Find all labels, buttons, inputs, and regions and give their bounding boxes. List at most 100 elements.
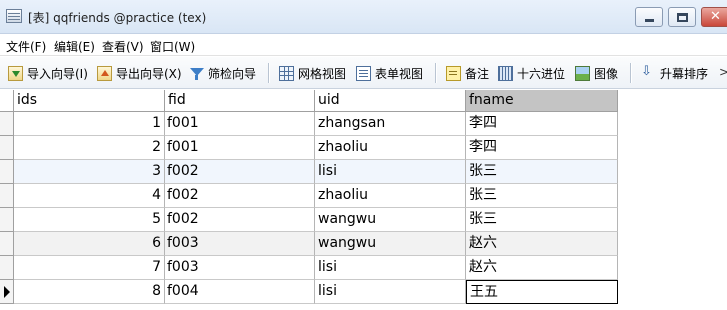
hex-icon xyxy=(498,65,513,81)
minimize-button[interactable] xyxy=(635,7,663,27)
cell-ids[interactable]: 2 xyxy=(14,136,165,160)
cell-ids[interactable]: 7 xyxy=(14,256,165,280)
menu-view[interactable]: 查看(V) xyxy=(102,38,144,55)
table-row[interactable]: 3 f002 lisi 张三 xyxy=(0,160,618,184)
cell-ids[interactable]: 5 xyxy=(14,208,165,232)
cell-uid[interactable]: lisi xyxy=(315,256,466,280)
memo-button[interactable]: 备注 xyxy=(446,64,489,82)
image-button[interactable]: 图像 xyxy=(575,64,618,82)
cell-uid[interactable]: zhaoliu xyxy=(315,184,466,208)
cell-fname[interactable]: 张三 xyxy=(466,160,618,184)
cell-ids[interactable]: 1 xyxy=(14,112,165,136)
toolbar-overflow-chevron-icon[interactable]: >> xyxy=(719,65,727,79)
cell-fid[interactable]: f002 xyxy=(165,184,315,208)
sort-ascending-button[interactable]: 升幕排序 xyxy=(641,64,708,82)
cell-ids[interactable]: 4 xyxy=(14,184,165,208)
row-header[interactable] xyxy=(0,112,14,136)
table-row[interactable]: 7 f003 lisi 赵六 xyxy=(0,256,618,280)
sort-ascending-icon xyxy=(641,64,656,81)
menu-window[interactable]: 窗口(W) xyxy=(150,38,195,55)
table-row[interactable]: 6 f003 wangwu 赵六 xyxy=(0,232,618,256)
memo-icon xyxy=(446,65,461,81)
column-header-ids[interactable]: ids xyxy=(14,90,165,112)
column-header-fid[interactable]: fid xyxy=(165,90,315,112)
row-header[interactable] xyxy=(0,232,14,256)
title-bar: [表] qqfriends @practice (tex) ✕ xyxy=(0,0,727,34)
cell-uid[interactable]: zhangsan xyxy=(315,112,466,136)
cell-uid[interactable]: wangwu xyxy=(315,232,466,256)
sort-ascending-label: 升幕排序 xyxy=(660,66,709,81)
cell-fid[interactable]: f001 xyxy=(165,136,315,160)
grid-view-icon xyxy=(279,65,294,81)
cell-uid[interactable]: lisi xyxy=(315,280,466,304)
close-icon: ✕ xyxy=(710,9,721,24)
cell-fname[interactable]: 张三 xyxy=(466,208,618,232)
cell-fname[interactable]: 赵六 xyxy=(466,232,618,256)
menu-bar: 文件(F) 编辑(E) 查看(V) 窗口(W) xyxy=(0,34,727,56)
minimize-icon xyxy=(645,19,654,22)
export-wizard-button[interactable]: 导出向导(X) xyxy=(97,64,182,82)
cell-fid[interactable]: f003 xyxy=(165,232,315,256)
row-header[interactable] xyxy=(0,184,14,208)
maximize-button[interactable] xyxy=(668,7,696,27)
cell-fid[interactable]: f003 xyxy=(165,256,315,280)
form-view-label: 表单视图 xyxy=(375,66,424,81)
cell-uid[interactable]: zhaoliu xyxy=(315,136,466,160)
filter-wizard-label: 筛检向导 xyxy=(208,66,257,81)
cell-ids[interactable]: 3 xyxy=(14,160,165,184)
row-header[interactable] xyxy=(0,208,14,232)
menu-file[interactable]: 文件(F) xyxy=(6,38,46,55)
cell-fname[interactable]: 张三 xyxy=(466,184,618,208)
cell-fid[interactable]: f002 xyxy=(165,160,315,184)
table-window-icon xyxy=(6,9,22,23)
cell-uid[interactable]: wangwu xyxy=(315,208,466,232)
cell-ids[interactable]: 8 xyxy=(14,280,165,304)
toolbar-separator xyxy=(630,63,631,83)
export-wizard-label: 导出向导(X) xyxy=(116,66,182,81)
cell-ids[interactable]: 6 xyxy=(14,232,165,256)
table-row[interactable]: 5 f002 wangwu 张三 xyxy=(0,208,618,232)
hex-button[interactable]: 十六进位 xyxy=(498,64,565,82)
cell-fname-focused[interactable]: 王五 xyxy=(466,280,618,304)
grid-view-button[interactable]: 网格视图 xyxy=(279,64,346,82)
table-row[interactable]: 4 f002 zhaoliu 张三 xyxy=(0,184,618,208)
hex-label: 十六进位 xyxy=(517,66,566,81)
filter-icon xyxy=(189,66,204,81)
toolbar: 导入向导(I) 导出向导(X) 筛检向导 网格视图 表单视图 备注 十六进位 图… xyxy=(0,57,727,89)
cell-fname[interactable]: 李四 xyxy=(466,136,618,160)
toolbar-separator xyxy=(435,63,436,83)
column-header-fname[interactable]: fname xyxy=(466,90,618,112)
column-header-uid[interactable]: uid xyxy=(315,90,466,112)
menu-edit[interactable]: 编辑(E) xyxy=(54,38,95,55)
cell-uid[interactable]: lisi xyxy=(315,160,466,184)
import-wizard-button[interactable]: 导入向导(I) xyxy=(8,64,88,82)
maximize-icon xyxy=(677,13,688,22)
export-icon xyxy=(97,65,112,81)
import-icon xyxy=(8,65,23,81)
row-header[interactable] xyxy=(0,280,14,304)
cell-fid[interactable]: f004 xyxy=(165,280,315,304)
image-label: 图像 xyxy=(594,66,619,81)
current-row-pointer-icon xyxy=(4,286,10,298)
table-row[interactable]: 2 f001 zhaoliu 李四 xyxy=(0,136,618,160)
row-header[interactable] xyxy=(0,136,14,160)
row-header[interactable] xyxy=(0,160,14,184)
cell-fid[interactable]: f001 xyxy=(165,112,315,136)
filter-wizard-button[interactable]: 筛检向导 xyxy=(189,64,256,82)
row-header[interactable] xyxy=(0,256,14,280)
cell-fname[interactable]: 李四 xyxy=(466,112,618,136)
grid-corner[interactable] xyxy=(0,90,14,112)
data-grid: ids fid uid fname 1 f001 zhangsan 李四 2 f… xyxy=(0,90,727,310)
table-row[interactable]: 8 f004 lisi 王五 xyxy=(0,280,618,304)
grid-view-label: 网格视图 xyxy=(298,66,347,81)
table-row[interactable]: 1 f001 zhangsan 李四 xyxy=(0,112,618,136)
form-view-icon xyxy=(356,65,371,81)
toolbar-separator xyxy=(268,63,269,83)
cell-fname[interactable]: 赵六 xyxy=(466,256,618,280)
import-wizard-label: 导入向导(I) xyxy=(27,66,88,81)
image-icon xyxy=(575,65,590,81)
close-button[interactable]: ✕ xyxy=(701,7,727,27)
window-title: [表] qqfriends @practice (tex) xyxy=(28,11,207,25)
form-view-button[interactable]: 表单视图 xyxy=(356,64,423,82)
cell-fid[interactable]: f002 xyxy=(165,208,315,232)
